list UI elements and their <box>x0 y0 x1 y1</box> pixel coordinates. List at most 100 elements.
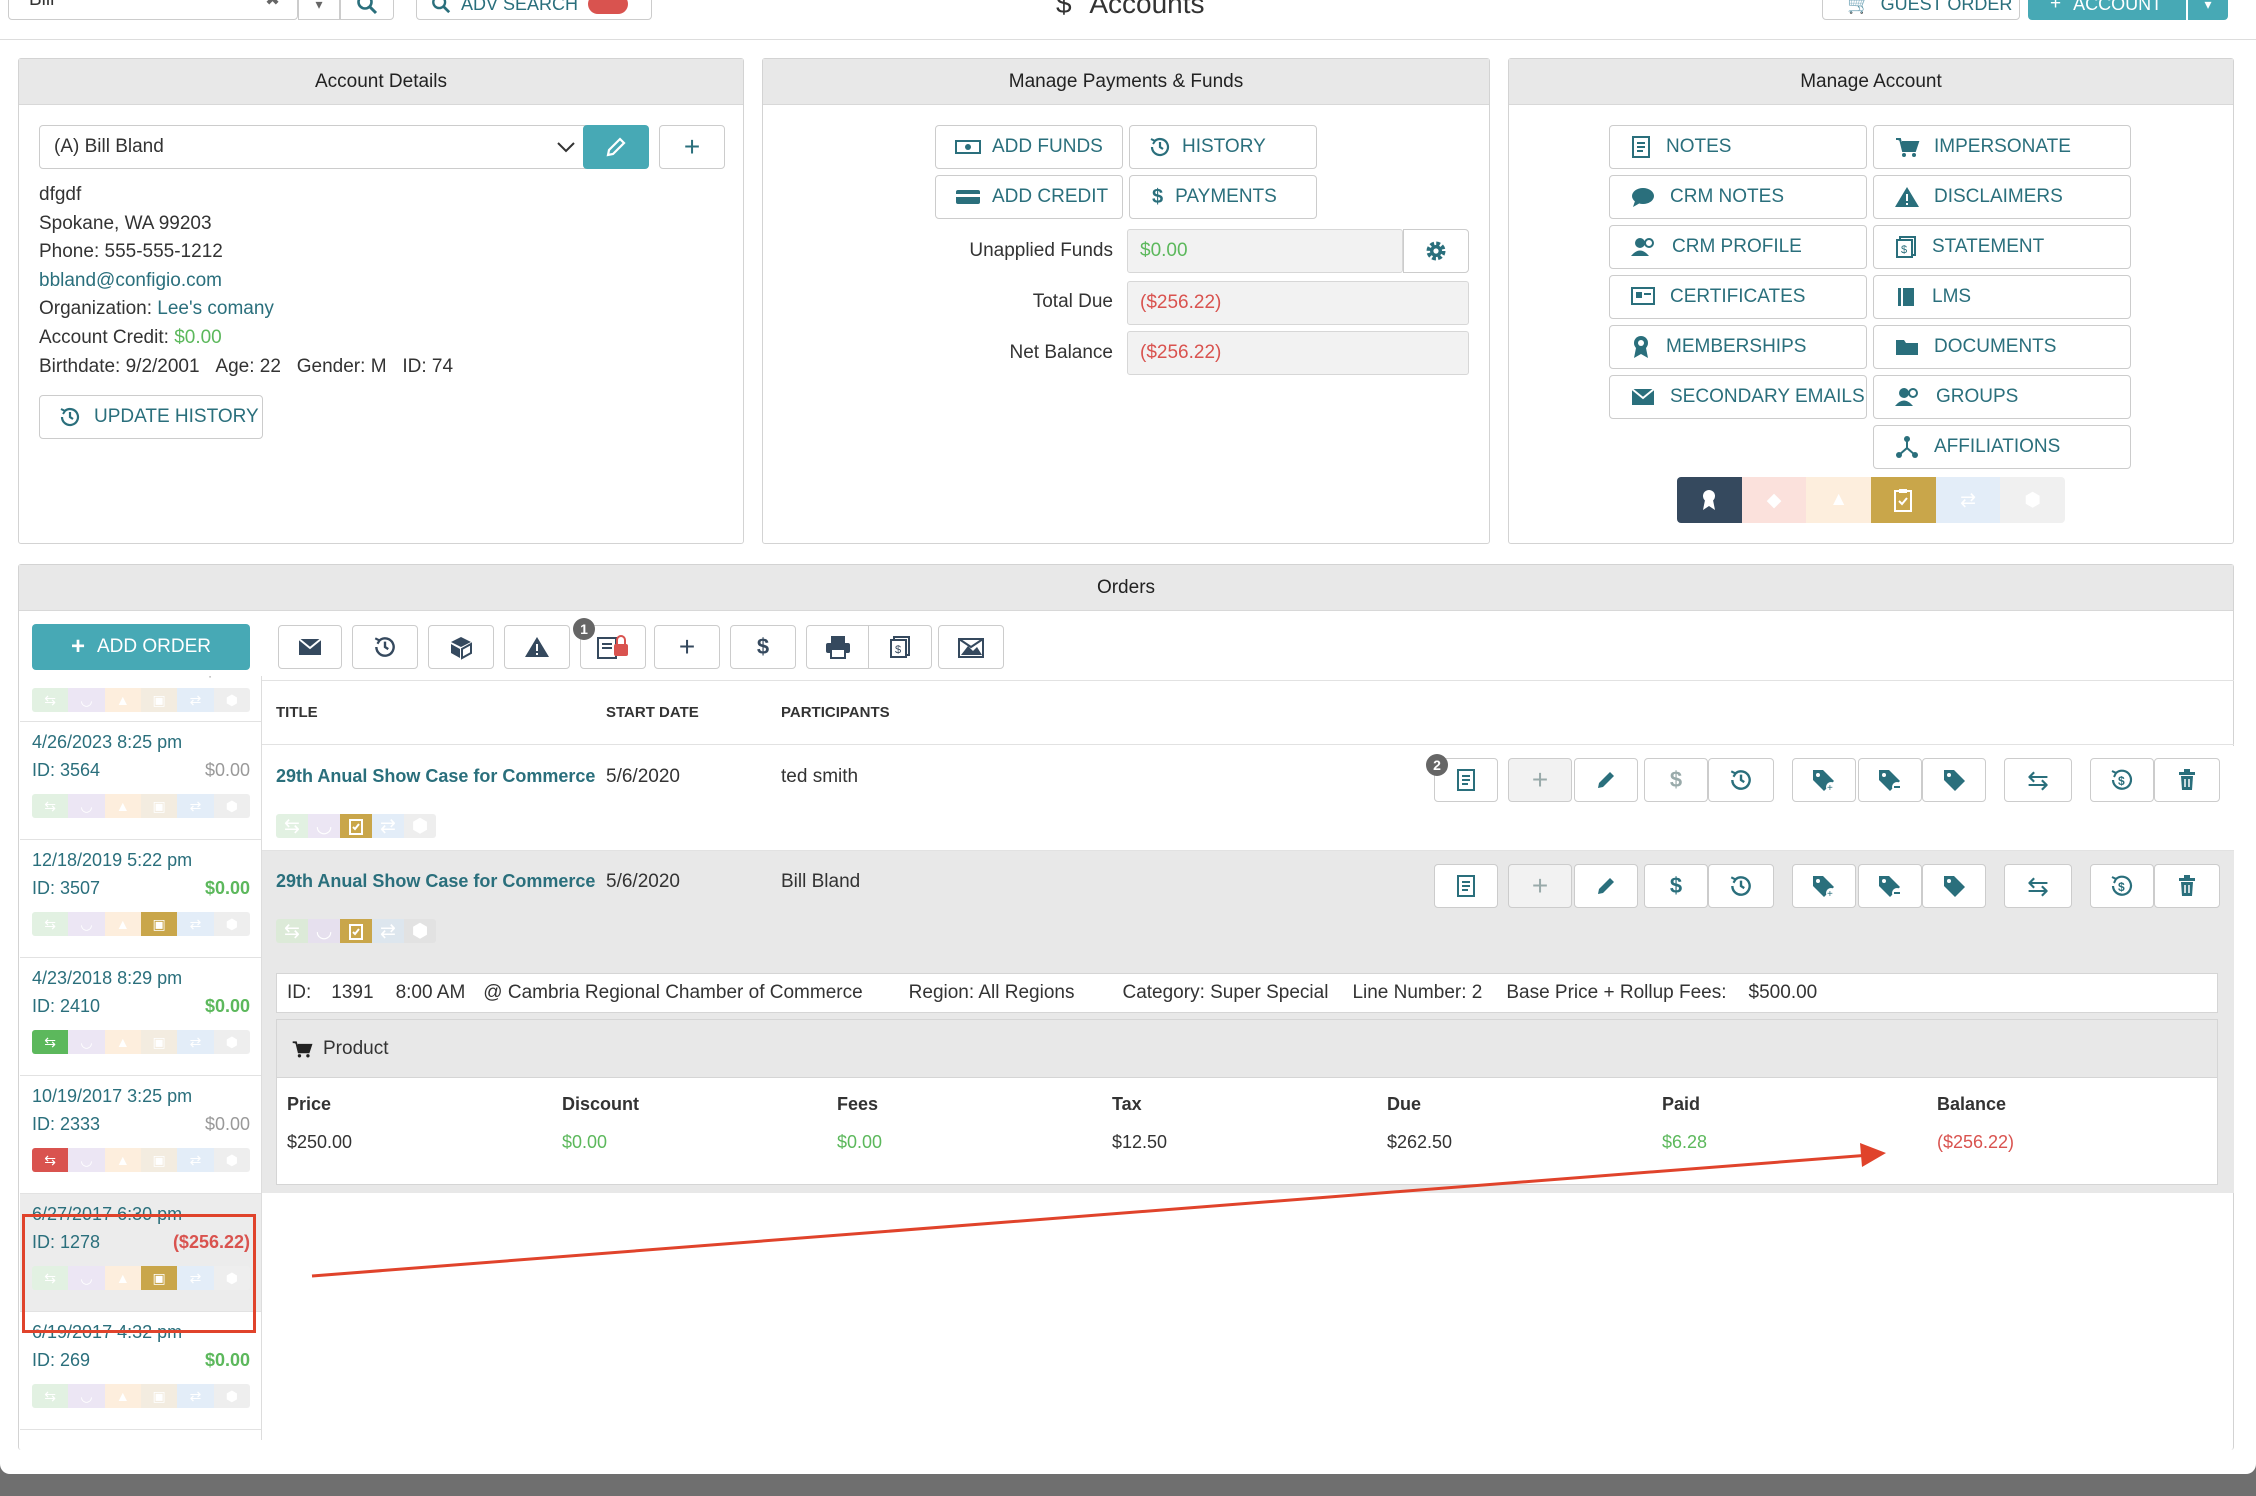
tag-status-icon[interactable]: ◡ <box>68 1384 105 1408</box>
exchange-status-icon[interactable]: ⇄ <box>177 1030 214 1054</box>
order-list-item[interactable]: 4/23/2018 8:29 pm ID: 2410 $0.00 ⇆ ◡ ▲ ▣ ⇄ ⬢ <box>20 958 261 1076</box>
account-select[interactable]: (A) Bill Bland <box>39 125 589 169</box>
warning-status-icon[interactable]: ▲ <box>104 1148 141 1172</box>
box-status-icon[interactable]: ⬢ <box>404 814 436 838</box>
tag-status-icon[interactable]: ◆ <box>1741 477 1807 523</box>
order-item-history-button[interactable] <box>1708 864 1774 908</box>
delete-item-button[interactable] <box>2154 758 2220 802</box>
tag-status-icon[interactable]: ◡ <box>308 814 340 838</box>
tag-status-icon[interactable]: ◡ <box>68 688 105 712</box>
update-history-button[interactable]: UPDATE HISTORY <box>39 395 263 439</box>
transfer-status-icon[interactable]: ⇆ <box>32 688 69 712</box>
checklist-status-icon[interactable]: ▣ <box>140 1030 178 1054</box>
order-item-history-button[interactable] <box>1708 758 1774 802</box>
transfer-item-button[interactable]: ⇆ <box>2004 864 2072 908</box>
disclaimers-button[interactable]: DISCLAIMERS <box>1873 175 2131 219</box>
order-item-add-button[interactable]: + <box>1508 758 1572 802</box>
refund-button[interactable]: $ <box>2090 864 2154 908</box>
transfer-status-icon[interactable]: ⇄ <box>372 814 404 838</box>
checklist-status-icon[interactable]: ▣ <box>140 1384 178 1408</box>
delete-item-button[interactable] <box>2154 864 2220 908</box>
funds-settings-button[interactable] <box>1403 229 1469 273</box>
box-status-icon[interactable]: ⬢ <box>213 1148 250 1172</box>
crm-profile-button[interactable]: CRM PROFILE <box>1609 225 1867 269</box>
box-status-icon[interactable]: ⬢ <box>2000 477 2065 523</box>
tag-status-icon[interactable]: ◡ <box>68 912 105 936</box>
transfer-item-button[interactable]: ⇆ <box>2004 758 2072 802</box>
discount-button[interactable] <box>1922 864 1986 908</box>
guest-order-button[interactable]: 🛒 GUEST ORDER <box>1822 0 2020 20</box>
order-list-item[interactable]: 12/18/2019 5:22 pm ID: 3507 $0.00 ⇆ ◡ ▲ ▣ ⇄ ⬢ <box>20 840 261 958</box>
warning-status-icon[interactable]: ▲ <box>104 794 141 818</box>
transfer-status-icon[interactable]: ⇄ <box>372 919 404 943</box>
order-list-item[interactable]: 4/26/2023 8:25 pm ID: 3564 $0.00 ⇆ ◡ ▲ ▣ ⇄ ⬢ <box>20 722 261 840</box>
checklist-status-icon[interactable] <box>340 814 372 838</box>
box-status-icon[interactable]: ⬢ <box>213 688 250 712</box>
lms-button[interactable]: LMS <box>1873 275 2131 319</box>
crm-notes-button[interactable]: CRM NOTES <box>1609 175 1867 219</box>
box-status-icon[interactable]: ⬢ <box>213 1384 250 1408</box>
order-list-item[interactable]: 10/19/2017 3:25 pm ID: 2333 $0.00 ⇆ ◡ ▲ ▣ ⇄ ⬢ <box>20 1076 261 1194</box>
warning-status-icon[interactable]: ▲ <box>104 688 141 712</box>
checklist-status-icon[interactable]: ▣ <box>140 688 178 712</box>
warning-status-icon[interactable]: ▲ <box>104 1384 141 1408</box>
account-email-link[interactable]: bbland@configio.com <box>39 267 453 296</box>
transfer-status-icon[interactable]: ⇆ <box>276 814 308 838</box>
refund-button[interactable]: $ <box>2090 758 2154 802</box>
order-item-title-link[interactable]: 29th Anual Show Case for Commerce <box>276 871 595 892</box>
account-dropdown-button[interactable]: ▾ <box>2188 0 2228 20</box>
image-mail-button[interactable] <box>938 625 1004 669</box>
exchange-status-icon[interactable]: ⇄ <box>177 912 214 936</box>
exchange-status-icon[interactable]: ⇄ <box>177 688 214 712</box>
order-item-payment-button[interactable]: $ <box>1644 864 1708 908</box>
add-funds-button[interactable]: ADD FUNDS <box>935 125 1123 169</box>
affiliations-button[interactable]: AFFILIATIONS <box>1873 425 2131 469</box>
secondary-emails-button[interactable]: SECONDARY EMAILS <box>1609 375 1867 419</box>
add-account-plus-button[interactable]: + <box>659 125 725 169</box>
history-button[interactable]: HISTORY <box>1129 125 1317 169</box>
membership-status-icon[interactable] <box>1677 477 1742 523</box>
order-item-payment-button[interactable]: $ <box>1644 758 1708 802</box>
order-item-title-link[interactable]: 29th Anual Show Case for Commerce <box>276 766 595 787</box>
documents-button[interactable]: DOCUMENTS <box>1873 325 2131 369</box>
exchange-status-icon[interactable]: ⇄ <box>177 794 214 818</box>
search-input[interactable]: Bill ✖ <box>8 0 298 20</box>
box-status-icon[interactable]: ⬢ <box>213 1030 250 1054</box>
certificates-button[interactable]: CERTIFICATES <box>1609 275 1867 319</box>
adv-search-toggle[interactable] <box>588 0 629 14</box>
impersonate-button[interactable]: IMPERSONATE <box>1873 125 2131 169</box>
order-history-button[interactable] <box>352 625 418 669</box>
box-status-icon[interactable]: ⬢ <box>404 919 436 943</box>
order-item-add-button[interactable]: + <box>1508 864 1572 908</box>
search-button[interactable] <box>340 0 394 20</box>
invoice-button[interactable]: $ <box>868 625 932 669</box>
transfer-status-icon[interactable]: ⇆ <box>276 919 308 943</box>
checklist-status-icon[interactable]: ▣ <box>140 912 178 936</box>
tag-status-icon[interactable]: ◡ <box>68 1148 105 1172</box>
add-discount-button[interactable]: + <box>1792 758 1856 802</box>
transfer-status-icon[interactable]: ⇆ <box>32 912 69 936</box>
order-list-item[interactable]: ID: 3588 $0.00 ⇆◡▲▣⇄⬢ <box>20 676 261 722</box>
tag-status-icon[interactable]: ◡ <box>68 1030 105 1054</box>
adv-search-button[interactable]: ADV SEARCH <box>416 0 652 20</box>
box-status-icon[interactable]: ⬢ <box>213 794 250 818</box>
exchange-status-icon[interactable]: ⇄ <box>177 1148 214 1172</box>
box-status-icon[interactable]: ⬢ <box>213 912 250 936</box>
warning-status-icon[interactable]: ▲ <box>1806 477 1872 523</box>
email-order-button[interactable] <box>278 625 342 669</box>
transfer-status-icon[interactable]: ⇄ <box>1935 477 2001 523</box>
remove-discount-button[interactable] <box>1858 864 1922 908</box>
checklist-status-icon[interactable] <box>340 919 372 943</box>
groups-button[interactable]: GROUPS <box>1873 375 2131 419</box>
statement-button[interactable]: $ STATEMENT <box>1873 225 2131 269</box>
notes-button[interactable]: NOTES <box>1609 125 1867 169</box>
transfer-status-icon[interactable]: ⇆ <box>32 1384 69 1408</box>
memberships-button[interactable]: MEMBERSHIPS <box>1609 325 1867 369</box>
shipping-button[interactable] <box>428 625 494 669</box>
transfer-status-icon[interactable]: ⇆ <box>32 794 69 818</box>
checklist-status-icon[interactable]: ▣ <box>140 1148 178 1172</box>
order-item-edit-button[interactable] <box>1574 758 1638 802</box>
remove-discount-button[interactable] <box>1858 758 1922 802</box>
add-account-button[interactable]: + ACCOUNT <box>2028 0 2186 20</box>
payments-button[interactable]: $ PAYMENTS <box>1129 175 1317 219</box>
